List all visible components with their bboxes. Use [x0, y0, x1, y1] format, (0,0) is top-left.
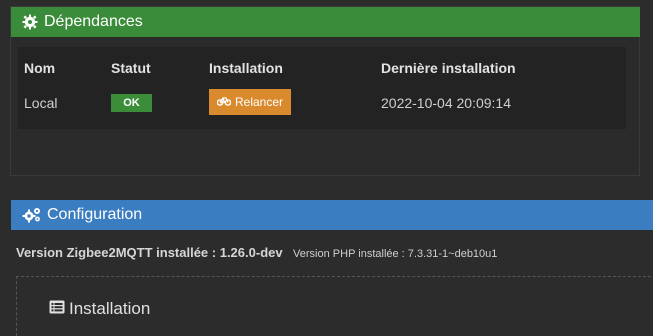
- gears-icon: [22, 207, 42, 223]
- column-header-last-install: Dernière installation: [381, 60, 516, 76]
- dependencies-title: Dépendances: [44, 13, 143, 30]
- zigbee2mqtt-version: Version Zigbee2MQTT installée : 1.26.0-d…: [16, 245, 283, 260]
- bicycle-icon: [216, 95, 232, 109]
- dependency-name: Local: [24, 95, 58, 111]
- list-icon: [49, 299, 65, 319]
- gear-icon: [22, 14, 38, 30]
- dependencies-table: Nom Statut Installation Dernière install…: [18, 47, 626, 129]
- column-header-name: Nom: [24, 60, 56, 76]
- status-badge: OK: [111, 94, 152, 112]
- installation-title-text: Installation: [69, 299, 151, 318]
- installation-section-title: Installation: [49, 299, 150, 319]
- column-header-installation: Installation: [209, 60, 283, 76]
- relaunch-button[interactable]: Relancer: [209, 89, 291, 115]
- dependencies-panel: Dépendances Nom Statut Installation Dern…: [10, 6, 640, 176]
- configuration-header: Configuration: [11, 200, 653, 230]
- column-header-status: Statut: [111, 60, 151, 76]
- version-info: Version Zigbee2MQTT installée : 1.26.0-d…: [16, 244, 497, 262]
- configuration-title: Configuration: [47, 206, 143, 223]
- php-version: Version PHP installée : 7.3.31-1~deb10u1: [293, 248, 498, 260]
- dependencies-header: Dépendances: [11, 7, 640, 37]
- last-install-date: 2022-10-04 20:09:14: [381, 95, 511, 111]
- relaunch-button-label: Relancer: [234, 95, 284, 109]
